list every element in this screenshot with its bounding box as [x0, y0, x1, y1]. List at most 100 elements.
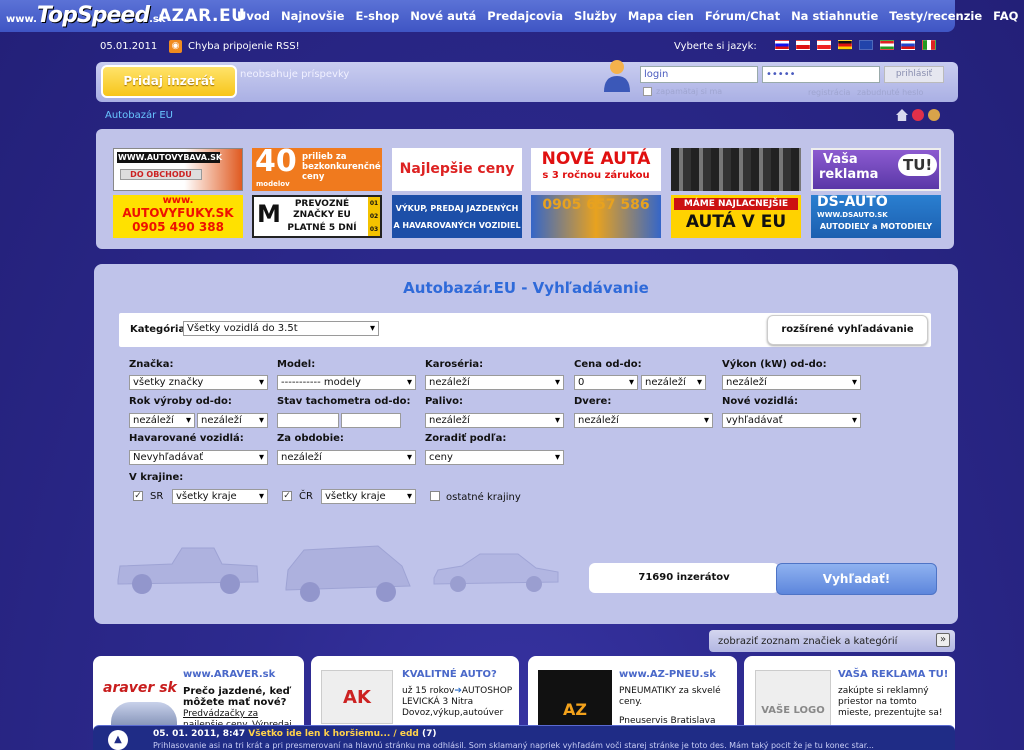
ticker-headline[interactable]: 05. 01. 2011, 8:47 Všetko ide len k horš… [153, 729, 436, 739]
banner-prevozne-znacky[interactable]: M PREVOZNÉ ZNAČKY EU PLATNÉ 5 DNÍ 01 02 … [252, 195, 382, 238]
obdobie-select[interactable]: nezáleží [277, 450, 416, 465]
ad-card-title[interactable]: www.AZ-PNEU.sk [619, 669, 716, 680]
model-select[interactable]: ----------- modely [277, 375, 416, 390]
flag-pl-icon[interactable] [817, 40, 831, 50]
ticker-title[interactable]: Všetko ide len k horšiemu... / edd [248, 729, 419, 739]
sr-kraje-select[interactable]: všetky kraje [172, 489, 268, 504]
ticker-count: (7) [421, 729, 437, 739]
banner-znacky-line1: PREVOZNÉ [294, 199, 350, 209]
expand-up-icon[interactable]: ▲ [108, 730, 128, 750]
login-input[interactable]: login [640, 66, 758, 83]
flag-en-icon[interactable] [859, 40, 873, 50]
chevron-down-icon[interactable]: » [936, 633, 950, 647]
flag-ru-icon[interactable] [901, 40, 915, 50]
login-button[interactable]: prihlásiť [884, 66, 944, 83]
nav-item-nove-auta[interactable]: Nové autá [410, 9, 476, 23]
banner-najlepsie-ceny[interactable]: Najlepšie ceny [392, 148, 522, 191]
banner-najlacnejsie[interactable]: MÁME NAJLACNEJŠIE AUTÁ V EU [671, 195, 801, 238]
add-listing-button[interactable]: Pridaj inzerát [101, 65, 237, 98]
logo-name: TopSpeed [36, 3, 150, 28]
ad-card-line3[interactable]: Predvádzačky za [183, 709, 258, 720]
remember-checkbox[interactable] [643, 87, 652, 96]
banner-tires-image[interactable] [671, 148, 801, 191]
topspeed-logo[interactable]: www.TopSpeed.sk [6, 3, 166, 28]
ad-card-title[interactable]: KVALITNÉ AUTO? [402, 669, 497, 680]
ad-card-title[interactable]: VAŠA REKLAMA TU! [838, 669, 948, 680]
current-date: 05.01.2011 [100, 41, 158, 52]
advanced-search-button[interactable]: rozšírené vyhľadávanie [767, 315, 928, 345]
listing-count: 71690 inzerátov [589, 563, 779, 593]
banner-dsauto[interactable]: DS-AUTO WWW.DSAUTO.SK AUTODIELY a MOTODI… [811, 195, 941, 238]
palivo-label: Palivo: [425, 396, 464, 407]
banner-znacky-code2: 02 [369, 213, 379, 220]
banner-vykup[interactable]: VÝKUP, PREDAJ JAZDENÝCH A HAVAROVANÝCH V… [392, 195, 522, 238]
karoseria-select[interactable]: nezáleží [425, 375, 564, 390]
vykon-select[interactable]: nezáleží [722, 375, 861, 390]
cr-label: ČR [299, 491, 313, 502]
rss-icon[interactable]: ◉ [169, 40, 182, 53]
banner-dsauto-url: WWW.DSAUTO.SK [817, 211, 888, 219]
nav-item-na-stiahnutie[interactable]: Na stiahnutie [791, 9, 878, 23]
nove-select[interactable]: vyhľadávať [722, 413, 861, 428]
cena-from-select[interactable]: 0 [574, 375, 638, 390]
home-icon[interactable] [896, 109, 908, 121]
rok-from-select[interactable]: nezáleží [129, 413, 195, 428]
banner-autovybava[interactable]: WWW.AUTOVYBAVA.SK DO OBCHODU [113, 148, 243, 191]
nav-item-forum[interactable]: Fórum/Chat [705, 9, 780, 23]
banner-prilby[interactable]: 40 modelov prilieb za bezkonkurenčné cen… [252, 148, 382, 191]
tacho-to-input[interactable] [341, 413, 401, 428]
nav-item-mapa-cien[interactable]: Mapa cien [628, 9, 694, 23]
search-button[interactable]: Vyhľadať! [776, 563, 937, 595]
nav-item-testy[interactable]: Testy/recenzie [889, 9, 982, 23]
heart-icon[interactable] [912, 109, 924, 121]
banner-autovyfuky[interactable]: www. AUTOVYFUKY.SK 0905 490 388 [113, 195, 243, 238]
brand-list-toggle[interactable]: zobraziť zoznam značiek a kategórií [718, 636, 897, 647]
cena-to-select[interactable]: nezáleží [641, 375, 706, 390]
paint-icon[interactable] [928, 109, 940, 121]
nav-item-eshop[interactable]: E-shop [355, 9, 399, 23]
password-input[interactable]: ••••• [762, 66, 880, 83]
banner-reklama-label: reklama [819, 167, 879, 182]
tacho-from-input[interactable] [277, 413, 339, 428]
vykon-label: Výkon (kW) od-do: [722, 359, 827, 370]
forgot-password-link[interactable]: zabudnuté heslo [857, 88, 923, 97]
flag-hu-icon[interactable] [880, 40, 894, 50]
rok-label: Rok výroby od-do: [129, 396, 232, 407]
cr-kraje-select[interactable]: všetky kraje [321, 489, 416, 504]
nav-item-predajcovia[interactable]: Predajcovia [487, 9, 563, 23]
banner-nove-auta[interactable]: NOVÉ AUTÁ s 3 ročnou zárukou [531, 148, 661, 191]
banner-vasa-reklama[interactable]: Vaša reklama TU! [811, 148, 941, 191]
sr-checkbox[interactable]: ✓ [133, 491, 143, 501]
cr-checkbox[interactable]: ✓ [282, 491, 292, 501]
ad-card-title[interactable]: www.ARAVER.sk [183, 669, 275, 680]
flag-cz-icon[interactable] [796, 40, 810, 50]
flag-it-icon[interactable] [922, 40, 936, 50]
banner-autovyfuky-url: AUTOVYFUKY.SK [122, 206, 234, 220]
nav-item-sluzby[interactable]: Služby [574, 9, 617, 23]
brand-logo[interactable]: AZAR.EU [158, 6, 245, 26]
banner-vykup-line2: A HAVAROVANÝCH VOZIDIEL [393, 221, 521, 230]
palivo-select[interactable]: nezáleží [425, 413, 564, 428]
flag-de-icon[interactable] [838, 40, 852, 50]
nav-item-faq[interactable]: FAQ [993, 9, 1018, 23]
breadcrumb[interactable]: Autobazár EU [105, 110, 173, 121]
nav-item-uvod[interactable]: Úvod [237, 9, 270, 23]
znacka-select[interactable]: všetky značky [129, 375, 268, 390]
category-select[interactable]: Všetky vozidlá do 3.5t [183, 321, 379, 336]
banner-prilby-models: modelov [256, 180, 290, 188]
banner-znacky-code1: 01 [369, 200, 379, 207]
flag-sk-icon[interactable] [775, 40, 789, 50]
banner-autovyfuky-phone: 0905 490 388 [132, 220, 224, 234]
ticker-date: 05. 01. 2011, 8:47 [153, 729, 246, 739]
other-countries-checkbox[interactable] [430, 491, 440, 501]
nav-item-najnovsie[interactable]: Najnovšie [281, 9, 345, 23]
dvere-select[interactable]: nezáleží [574, 413, 713, 428]
user-icon [604, 60, 630, 92]
register-link[interactable]: registrácia [808, 88, 850, 97]
banner-phone[interactable]: 0905 657 586 [531, 195, 661, 238]
banner-nove-auta-sub: s 3 ročnou zárukou [542, 170, 650, 181]
havar-select[interactable]: Nevyhľadávať [129, 450, 268, 465]
sr-label: SR [150, 491, 164, 502]
zoradit-select[interactable]: ceny [425, 450, 564, 465]
rok-to-select[interactable]: nezáleží [197, 413, 268, 428]
